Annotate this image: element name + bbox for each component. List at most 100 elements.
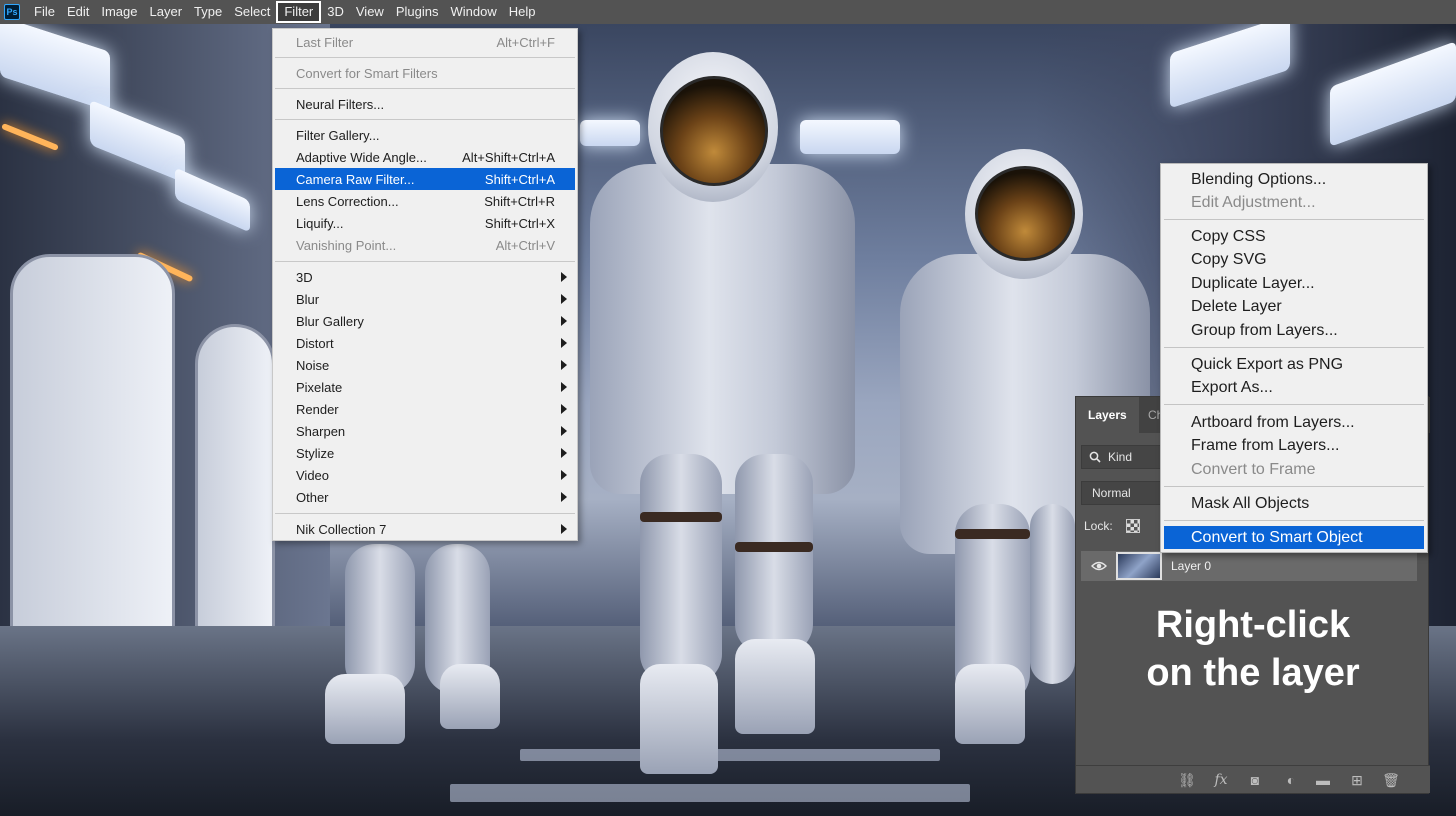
menu-layer[interactable]: Layer xyxy=(144,1,189,23)
menu-item-blur-gallery[interactable]: Blur Gallery xyxy=(275,310,575,332)
menu-separator xyxy=(275,513,575,514)
ceiling-light xyxy=(800,120,900,154)
menu-item-convert-to-smart-object[interactable]: Convert to Smart Object xyxy=(1164,526,1424,549)
menu-item-last-filter[interactable]: Last Filter Alt+Ctrl+F xyxy=(275,31,575,53)
menu-item-copy-svg[interactable]: Copy SVG xyxy=(1164,248,1424,271)
adjustment-layer-icon[interactable]: ◐ xyxy=(1282,771,1300,789)
menu-item-video[interactable]: Video xyxy=(275,464,575,486)
menu-view[interactable]: View xyxy=(350,1,390,23)
menu-item-label: Pixelate xyxy=(296,379,343,395)
astronaut-boot xyxy=(640,664,718,774)
menu-item-nik-collection[interactable]: Nik Collection 7 xyxy=(275,518,575,540)
menu-item-duplicate-layer[interactable]: Duplicate Layer... xyxy=(1164,272,1424,295)
menu-item-filter-gallery[interactable]: Filter Gallery... xyxy=(275,124,575,146)
astronaut-leg xyxy=(345,544,415,694)
menu-item-export-as[interactable]: Export As... xyxy=(1164,376,1424,399)
layer-thumbnail[interactable] xyxy=(1116,552,1162,580)
menu-item-label: Render xyxy=(296,401,339,417)
menu-item-mask-all-objects[interactable]: Mask All Objects xyxy=(1164,492,1424,515)
astronaut-boot xyxy=(440,664,500,729)
menu-item-label: Adaptive Wide Angle... xyxy=(296,149,427,165)
menu-window[interactable]: Window xyxy=(444,1,502,23)
menu-item-distort[interactable]: Distort xyxy=(275,332,575,354)
menu-item-label: Distort xyxy=(296,335,334,351)
menu-item-shortcut: Alt+Ctrl+V xyxy=(495,237,555,253)
menu-edit[interactable]: Edit xyxy=(61,1,95,23)
menu-select[interactable]: Select xyxy=(228,1,276,23)
menu-plugins[interactable]: Plugins xyxy=(390,1,445,23)
menu-item-label: Lens Correction... xyxy=(296,193,399,209)
floor-light xyxy=(520,749,940,761)
menu-item-neural-filters[interactable]: Neural Filters... xyxy=(275,93,575,115)
menu-item-copy-css[interactable]: Copy CSS xyxy=(1164,225,1424,248)
menu-filter[interactable]: Filter xyxy=(276,1,322,23)
fx-icon[interactable]: fx xyxy=(1212,771,1230,789)
menu-item-label: Vanishing Point... xyxy=(296,237,397,253)
lock-label: Lock: xyxy=(1084,519,1113,533)
menu-item-label: Sharpen xyxy=(296,423,346,439)
menu-item-delete-layer[interactable]: Delete Layer xyxy=(1164,295,1424,318)
menu-item-render[interactable]: Render xyxy=(275,398,575,420)
menu-item-stylize[interactable]: Stylize xyxy=(275,442,575,464)
tab-layers[interactable]: Layers xyxy=(1076,397,1139,433)
add-mask-icon[interactable]: ◙ xyxy=(1246,771,1264,789)
lock-transparent-pixels-icon[interactable] xyxy=(1126,519,1140,533)
menu-item-shortcut: Shift+Ctrl+A xyxy=(484,171,555,187)
menu-item-frame-from-layers[interactable]: Frame from Layers... xyxy=(1164,434,1424,457)
link-layers-icon[interactable]: ⛓ xyxy=(1178,771,1196,789)
astronaut-leg xyxy=(640,454,722,684)
menu-item-3d[interactable]: 3D xyxy=(275,266,575,288)
menu-item-camera-raw-filter[interactable]: Camera Raw Filter... Shift+Ctrl+A xyxy=(275,168,575,190)
menu-item-label: Blur xyxy=(296,291,320,307)
menu-item-label: Noise xyxy=(296,357,330,373)
filter-menu-dropdown: Last Filter Alt+Ctrl+F Convert for Smart… xyxy=(272,28,578,541)
astronaut-leg xyxy=(1030,504,1075,684)
menu-separator xyxy=(1164,404,1424,405)
trash-icon[interactable]: 🗑 xyxy=(1382,771,1400,789)
menu-item-shortcut: Shift+Ctrl+R xyxy=(484,193,555,209)
menu-help[interactable]: Help xyxy=(503,1,542,23)
menu-file[interactable]: File xyxy=(28,1,61,23)
menu-separator xyxy=(1164,219,1424,220)
menu-item-edit-adjustment[interactable]: Edit Adjustment... xyxy=(1164,191,1424,214)
menu-item-label: Nik Collection 7 xyxy=(296,521,387,537)
menu-item-other[interactable]: Other xyxy=(275,486,575,508)
menu-item-vanishing-point[interactable]: Vanishing Point... Alt+Ctrl+V xyxy=(275,234,575,256)
eye-icon[interactable] xyxy=(1091,560,1107,572)
instruction-caption: Right-click on the layer xyxy=(1076,601,1430,697)
menu-bar: Ps File Edit Image Layer Type Select Fil… xyxy=(0,0,1456,24)
menu-item-blending-options[interactable]: Blending Options... xyxy=(1164,168,1424,191)
menu-item-noise[interactable]: Noise xyxy=(275,354,575,376)
menu-item-lens-correction[interactable]: Lens Correction... Shift+Ctrl+R xyxy=(275,190,575,212)
layer-name[interactable]: Layer 0 xyxy=(1171,559,1211,573)
new-layer-icon[interactable]: ⊞ xyxy=(1348,771,1366,789)
submenu-arrow-icon xyxy=(561,294,567,304)
menu-item-quick-export-png[interactable]: Quick Export as PNG xyxy=(1164,353,1424,376)
folder-icon[interactable]: ▬ xyxy=(1314,771,1332,789)
layer-row[interactable]: Layer 0 xyxy=(1081,551,1417,581)
menu-type[interactable]: Type xyxy=(188,1,228,23)
submenu-arrow-icon xyxy=(561,316,567,326)
menu-separator xyxy=(1164,347,1424,348)
menu-item-label: Last Filter xyxy=(296,34,354,50)
menu-item-artboard-from-layers[interactable]: Artboard from Layers... xyxy=(1164,411,1424,434)
menu-item-convert-to-frame[interactable]: Convert to Frame xyxy=(1164,458,1424,481)
corridor-door xyxy=(195,324,275,654)
submenu-arrow-icon xyxy=(561,426,567,436)
menu-item-pixelate[interactable]: Pixelate xyxy=(275,376,575,398)
menu-item-blur[interactable]: Blur xyxy=(275,288,575,310)
menu-separator xyxy=(275,57,575,58)
menu-item-liquify[interactable]: Liquify... Shift+Ctrl+X xyxy=(275,212,575,234)
menu-3d[interactable]: 3D xyxy=(321,1,350,23)
submenu-arrow-icon xyxy=(561,492,567,502)
photoshop-logo-icon: Ps xyxy=(4,4,20,20)
menu-image[interactable]: Image xyxy=(95,1,143,23)
menu-item-group-from-layers[interactable]: Group from Layers... xyxy=(1164,319,1424,342)
submenu-arrow-icon xyxy=(561,382,567,392)
knee-band xyxy=(735,542,813,552)
knee-band xyxy=(640,512,722,522)
menu-item-convert-smart-filters[interactable]: Convert for Smart Filters xyxy=(275,62,575,84)
menu-separator xyxy=(275,88,575,89)
menu-item-sharpen[interactable]: Sharpen xyxy=(275,420,575,442)
menu-item-adaptive-wide-angle[interactable]: Adaptive Wide Angle... Alt+Shift+Ctrl+A xyxy=(275,146,575,168)
